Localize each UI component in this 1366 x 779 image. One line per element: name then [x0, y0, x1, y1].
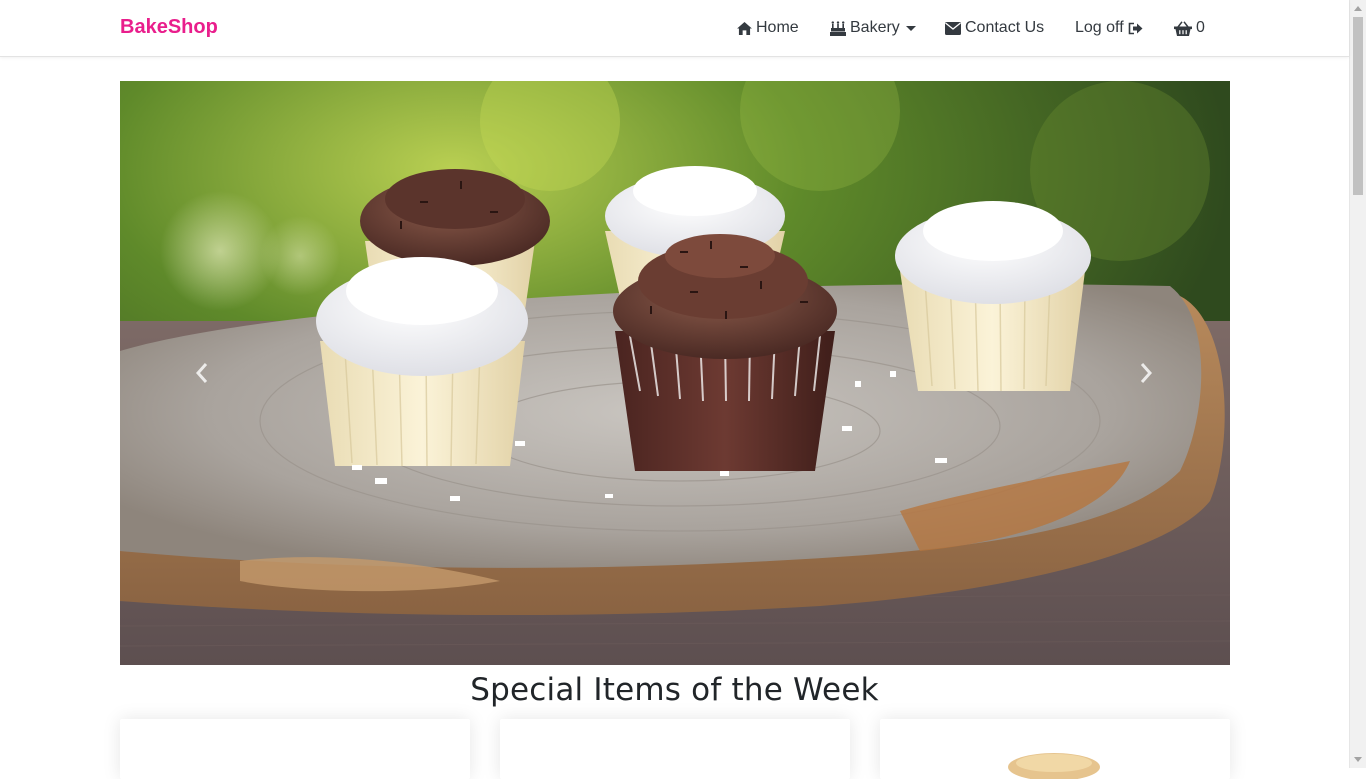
envelope-icon [945, 21, 961, 35]
carousel-image [120, 81, 1230, 665]
nav-home-label: Home [756, 19, 799, 36]
brand-logo[interactable]: BakeShop [120, 16, 218, 39]
chevron-down-icon [905, 26, 916, 31]
carousel-next-button[interactable] [1126, 353, 1166, 393]
nav-bakery-label: Bakery [850, 19, 900, 36]
home-icon [737, 21, 752, 35]
shopping-basket-icon [1174, 20, 1192, 36]
nav-logoff-label: Log off [1075, 19, 1124, 36]
chevron-right-icon [1140, 363, 1153, 383]
page-scrollbar[interactable] [1349, 0, 1366, 768]
nav-bakery-dropdown[interactable]: Bakery [830, 17, 916, 39]
nav-contact[interactable]: Contact Us [945, 17, 1044, 39]
product-card[interactable] [500, 719, 850, 779]
hero-carousel [120, 81, 1230, 665]
nav-home[interactable]: Home [737, 17, 799, 39]
birthday-cake-icon [830, 20, 846, 36]
product-card[interactable] [880, 719, 1230, 779]
scroll-down-icon[interactable] [1354, 757, 1362, 762]
nav-contact-label: Contact Us [965, 19, 1045, 36]
scroll-thumb[interactable] [1353, 17, 1363, 195]
chevron-left-icon [195, 363, 208, 383]
cart-count: 0 [1196, 19, 1205, 36]
nav-logoff[interactable]: Log off [1075, 17, 1143, 39]
carousel-prev-button[interactable] [182, 353, 222, 393]
product-image [1008, 753, 1100, 779]
product-card[interactable] [120, 719, 470, 779]
navbar: BakeShop Home Bakery Contact Us Log off [0, 0, 1349, 57]
scroll-up-icon[interactable] [1354, 6, 1362, 11]
nav-cart[interactable]: 0 [1174, 17, 1205, 39]
special-items-heading: Special Items of the Week [470, 672, 879, 708]
sign-out-icon [1128, 22, 1143, 34]
